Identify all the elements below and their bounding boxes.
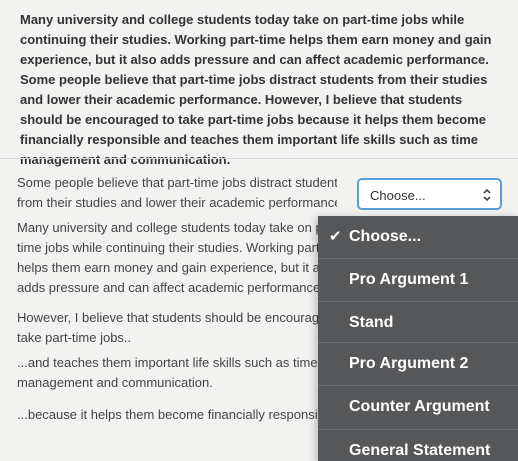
question-2-line: time jobs while continuing their studies…	[17, 240, 337, 255]
divider	[0, 158, 518, 159]
menu-item-label: Choose...	[349, 228, 422, 245]
question-2-line: helps them earn money and gain experienc…	[17, 260, 337, 275]
question-4-line: ...and teaches them important life skill…	[17, 355, 318, 370]
menu-item-pro-argument-2[interactable]: Pro Argument 2	[318, 343, 518, 385]
question-3-line: However, I believe that students should …	[17, 310, 337, 325]
question-4-line: management and communication.	[17, 375, 213, 390]
question-1-line: from their studies and lower their acade…	[17, 195, 337, 210]
question-2: Many university and college students tod…	[17, 218, 337, 298]
question-3-line: take part-time jobs..	[17, 330, 132, 345]
menu-item-label: Counter Argument	[349, 398, 490, 415]
checkmark-icon: ✔	[329, 228, 342, 245]
menu-item-counter-argument[interactable]: Counter Argument	[318, 386, 518, 428]
answer-select[interactable]: Choose...	[357, 178, 502, 210]
question-3: However, I believe that students should …	[17, 308, 337, 348]
menu-item-label: General Statement	[349, 442, 491, 459]
question-1: Some people believe that part-time jobs …	[17, 173, 337, 213]
question-2-line: adds pressure and can affect academic pe…	[17, 280, 324, 295]
question-5: ...because it helps them become financia…	[17, 405, 337, 425]
passage-text: Many university and college students tod…	[20, 12, 492, 167]
dropdown-menu: ✔ Choose... Pro Argument 1 Stand Pro Arg…	[318, 216, 518, 461]
menu-item-label: Stand	[349, 314, 394, 331]
menu-item-label: Pro Argument 1	[349, 271, 469, 288]
menu-item-stand[interactable]: Stand	[318, 302, 518, 344]
menu-item-choose[interactable]: ✔ Choose...	[318, 216, 518, 258]
question-4: ...and teaches them important life skill…	[17, 353, 337, 393]
select-value: Choose...	[370, 188, 426, 203]
question-1-line: Some people believe that part-time jobs …	[17, 175, 337, 190]
menu-item-general-statement[interactable]: General Statement	[318, 430, 518, 461]
menu-item-label: Pro Argument 2	[349, 355, 469, 372]
up-down-chevron-icon	[483, 188, 491, 202]
question-5-line: ...because it helps them become financia…	[17, 407, 337, 422]
menu-item-pro-argument-1[interactable]: Pro Argument 1	[318, 259, 518, 301]
question-2-line: Many university and college students tod…	[17, 220, 337, 235]
